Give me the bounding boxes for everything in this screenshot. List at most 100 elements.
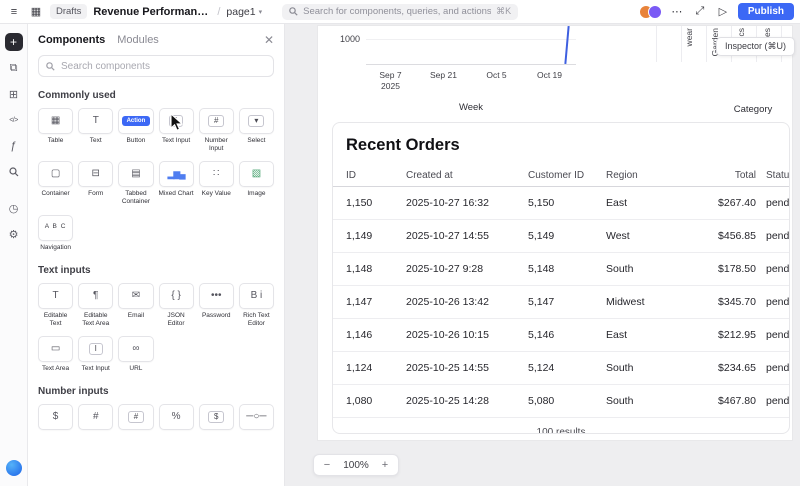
component-card-label: Editable Text xyxy=(43,311,68,327)
component-card[interactable]: ▂▆▄ Mixed Chart xyxy=(158,161,194,206)
cell-id: 1,080 xyxy=(346,395,373,407)
component-card-icon: ▤ xyxy=(118,161,154,188)
component-card[interactable]: ─○─ xyxy=(238,404,274,441)
rail-functions-button[interactable]: ƒ xyxy=(5,137,23,155)
component-card[interactable]: I Text Input xyxy=(158,108,194,153)
tab-modules[interactable]: Modules xyxy=(117,34,159,46)
recent-orders-card[interactable]: Recent Orders ID Created at Customer ID … xyxy=(332,122,790,434)
cell-created-at: 2025-10-26 10:15 xyxy=(406,329,489,341)
avatar[interactable] xyxy=(647,4,662,19)
zoom-out-button[interactable]: − xyxy=(318,456,336,474)
cell-total: $467.80 xyxy=(718,395,756,407)
component-card[interactable]: ▾ Select xyxy=(238,108,274,153)
component-card-label: Text Input xyxy=(81,364,110,372)
top-bar: ≡ ▦ Drafts Revenue Performance Da... / p… xyxy=(0,0,800,24)
table-row[interactable]: 1,124 2025-10-25 14:55 5,124 South $234.… xyxy=(333,352,789,385)
section-title-commonly-used: Commonly used xyxy=(38,90,116,101)
component-card-icon: ✉ xyxy=(118,282,154,309)
column-header-customer-id[interactable]: Customer ID xyxy=(528,170,606,181)
component-card[interactable]: B i Rich Text Editor xyxy=(238,282,274,328)
app-title[interactable]: Revenue Performance Da... xyxy=(93,6,211,18)
tab-components[interactable]: Components xyxy=(38,34,105,46)
rail-blocks-button[interactable]: ⊞ xyxy=(5,85,23,103)
publish-button[interactable]: Publish xyxy=(737,3,794,20)
table-row[interactable]: 1,080 2025-10-25 14:28 5,080 South $467.… xyxy=(333,385,789,418)
inspector-button[interactable]: Inspector (⌘U) xyxy=(715,37,795,56)
close-icon[interactable]: ✕ xyxy=(264,34,274,46)
rail-pages-button[interactable]: ⧉ xyxy=(5,59,23,77)
table-row[interactable]: 1,150 2025-10-27 16:32 5,150 East $267.4… xyxy=(333,187,789,220)
panel-tabs: Components Modules ✕ xyxy=(38,34,274,46)
component-card[interactable]: { } JSON Editor xyxy=(158,282,194,328)
rail-settings-button[interactable]: ⚙ xyxy=(5,225,23,243)
component-card[interactable]: # Number Input xyxy=(198,108,234,153)
component-card[interactable]: $ xyxy=(198,404,234,441)
main-menu-icon[interactable]: ≡ xyxy=(6,4,22,20)
zoom-in-button[interactable]: + xyxy=(376,456,394,474)
column-header-id[interactable]: ID xyxy=(346,170,406,181)
component-card[interactable]: ▦ Table xyxy=(38,108,74,153)
component-card[interactable]: ▤ Tabbed Container xyxy=(118,161,154,206)
table-row[interactable]: 1,148 2025-10-27 9:28 5,148 South $178.5… xyxy=(333,253,789,286)
component-card[interactable]: ••• Password xyxy=(198,282,234,328)
component-card[interactable]: ▭ Text Area xyxy=(38,335,74,373)
drafts-badge[interactable]: Drafts xyxy=(50,4,88,19)
component-card[interactable]: ∞ URL xyxy=(118,335,154,373)
apps-grid-icon[interactable]: ▦ xyxy=(28,4,44,20)
component-card[interactable]: ▧ Image xyxy=(238,161,274,206)
preview-play-icon[interactable]: ▷ xyxy=(715,4,731,20)
rail-code-button[interactable]: </> xyxy=(5,111,23,129)
column-header-status[interactable]: Status xyxy=(756,170,789,181)
component-card[interactable]: ∷ Key Value xyxy=(198,161,234,206)
component-card-label xyxy=(118,433,153,441)
table-row[interactable]: 1,146 2025-10-26 10:15 5,146 East $212.9… xyxy=(333,319,789,352)
component-card-icon: T xyxy=(38,282,74,309)
component-card[interactable]: ⊟ Form xyxy=(78,161,114,206)
component-card-icon: ∷ xyxy=(198,161,234,188)
component-card-icon: B i xyxy=(238,282,274,309)
component-card-label: Number Input xyxy=(204,137,228,153)
expand-icon[interactable]: ⤢ xyxy=(692,4,708,20)
component-card-icon: A B C xyxy=(38,214,74,241)
component-card[interactable]: % xyxy=(158,404,194,441)
rail-search-button[interactable] xyxy=(5,163,23,181)
component-card[interactable]: Action Button xyxy=(118,108,154,153)
column-header-created-at[interactable]: Created at xyxy=(406,170,528,181)
table-row[interactable]: 1,149 2025-10-27 14:55 5,149 West $456.8… xyxy=(333,220,789,253)
help-bubble-button[interactable] xyxy=(5,460,22,476)
component-search-input[interactable] xyxy=(61,60,266,72)
component-card[interactable]: $ xyxy=(38,404,74,441)
rail-history-button[interactable]: ◷ xyxy=(5,199,23,217)
component-search[interactable] xyxy=(38,55,274,77)
cell-customer-id: 5,148 xyxy=(528,263,555,275)
component-card[interactable]: ▢ Container xyxy=(38,161,74,206)
cell-total: $212.95 xyxy=(718,329,756,341)
component-card[interactable]: T Editable Text xyxy=(38,282,74,328)
component-card[interactable]: ¶ Editable Text Area xyxy=(78,282,114,328)
zoom-level[interactable]: 100% xyxy=(340,460,372,471)
component-card[interactable]: # xyxy=(78,404,114,441)
global-search-bar[interactable]: Search for components, queries, and acti… xyxy=(282,3,519,20)
column-header-total[interactable]: Total xyxy=(691,170,756,181)
column-header-region[interactable]: Region xyxy=(606,170,691,181)
component-card[interactable]: I Text Input xyxy=(78,335,114,373)
rail-add-component-button[interactable]: + xyxy=(4,33,23,51)
chart-gridline xyxy=(706,26,707,62)
component-card[interactable]: A B C Navigation xyxy=(38,214,74,252)
component-card[interactable]: ✉ Email xyxy=(118,282,154,328)
clock-icon: ◷ xyxy=(8,202,19,215)
page-selector[interactable]: page1 ▾ xyxy=(226,6,262,18)
component-card-label: Mixed Chart xyxy=(158,190,194,198)
component-card-icon: $ xyxy=(198,404,234,430)
cell-total: $267.40 xyxy=(718,197,756,209)
table-row[interactable]: 1,147 2025-10-26 13:42 5,147 Midwest $34… xyxy=(333,286,789,319)
canvas-area[interactable]: 1000 Sep 7 2025 Sep 21 Oct 5 Oct 19 Week we… xyxy=(285,24,800,486)
cell-customer-id: 5,146 xyxy=(528,329,555,341)
more-options-icon[interactable]: ⋯ xyxy=(669,4,685,20)
component-card-icon: I xyxy=(158,108,194,134)
cell-status: pending xyxy=(766,296,790,308)
component-card[interactable]: # xyxy=(118,404,154,441)
component-card[interactable]: T Text xyxy=(78,108,114,153)
app-page[interactable]: 1000 Sep 7 2025 Sep 21 Oct 5 Oct 19 Week we… xyxy=(318,25,792,440)
component-card-label: Password xyxy=(201,311,231,319)
